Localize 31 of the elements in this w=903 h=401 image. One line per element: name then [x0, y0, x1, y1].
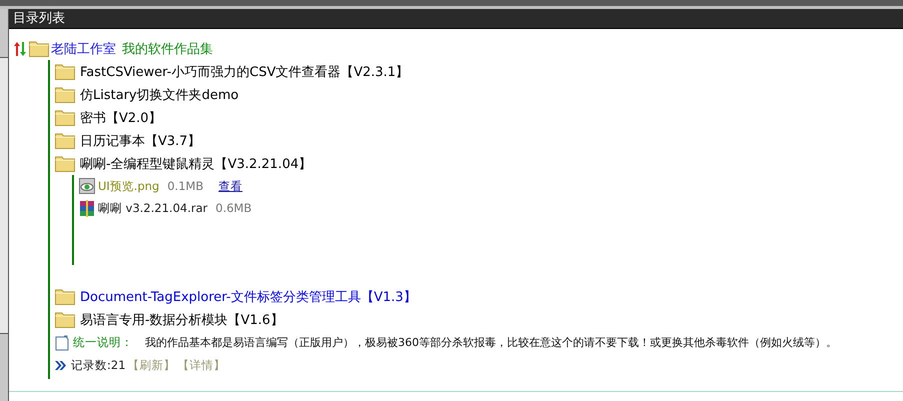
folder-link[interactable]: 密书【V2.0】	[80, 108, 162, 126]
file-name[interactable]: 唰唰 v3.2.21.04.rar	[98, 200, 208, 216]
folder-icon	[29, 40, 49, 57]
folder-icon	[55, 86, 75, 103]
file-size: 0.6MB	[216, 201, 252, 215]
panel-title: 目录列表	[9, 9, 903, 29]
folder-icon	[55, 311, 75, 328]
note-text: 我的作品基本都是易语言编写（正版用户），极易被360等部分杀软报毒，比较在意这个的请不要下载！或更换其他杀毒软件（例如火绒等）。	[145, 335, 837, 350]
root-subtitle: 我的软件作品集	[122, 40, 213, 58]
folder-icon	[55, 109, 75, 126]
folder-icon	[55, 155, 75, 172]
double-chevron-icon	[55, 361, 66, 370]
image-file-icon	[79, 178, 95, 194]
note-label: 统一说明：	[73, 335, 133, 350]
view-link[interactable]: 查看	[218, 178, 242, 194]
folder-link[interactable]: FastCSViewer-小巧而强力的CSV文件查看器【V2.3.1】	[80, 62, 409, 80]
folder-icon	[55, 63, 75, 80]
archive-file-icon	[79, 200, 95, 216]
folder-link[interactable]: 易语言专用-数据分析模块【V1.6】	[80, 310, 284, 328]
root-folder-link[interactable]: 老陆工作室	[51, 40, 116, 58]
file-name[interactable]: UI预览.png	[98, 178, 160, 194]
document-icon	[55, 334, 69, 350]
folder-link[interactable]: 唰唰-全编程型键鼠精灵【V3.2.21.04】	[80, 154, 312, 172]
file-size: 0.1MB	[167, 179, 204, 193]
sort-icon[interactable]	[13, 40, 27, 56]
folder-link[interactable]: Document-TagExplorer-文件标签分类管理工具【V1.3】	[80, 288, 416, 306]
record-count: 记录数:21	[71, 358, 126, 373]
folder-link[interactable]: 仿Listary切换文件夹demo	[80, 86, 239, 104]
folder-icon	[55, 288, 75, 305]
folder-icon	[55, 132, 75, 149]
folder-link[interactable]: 日历记事本【V3.7】	[80, 132, 201, 150]
